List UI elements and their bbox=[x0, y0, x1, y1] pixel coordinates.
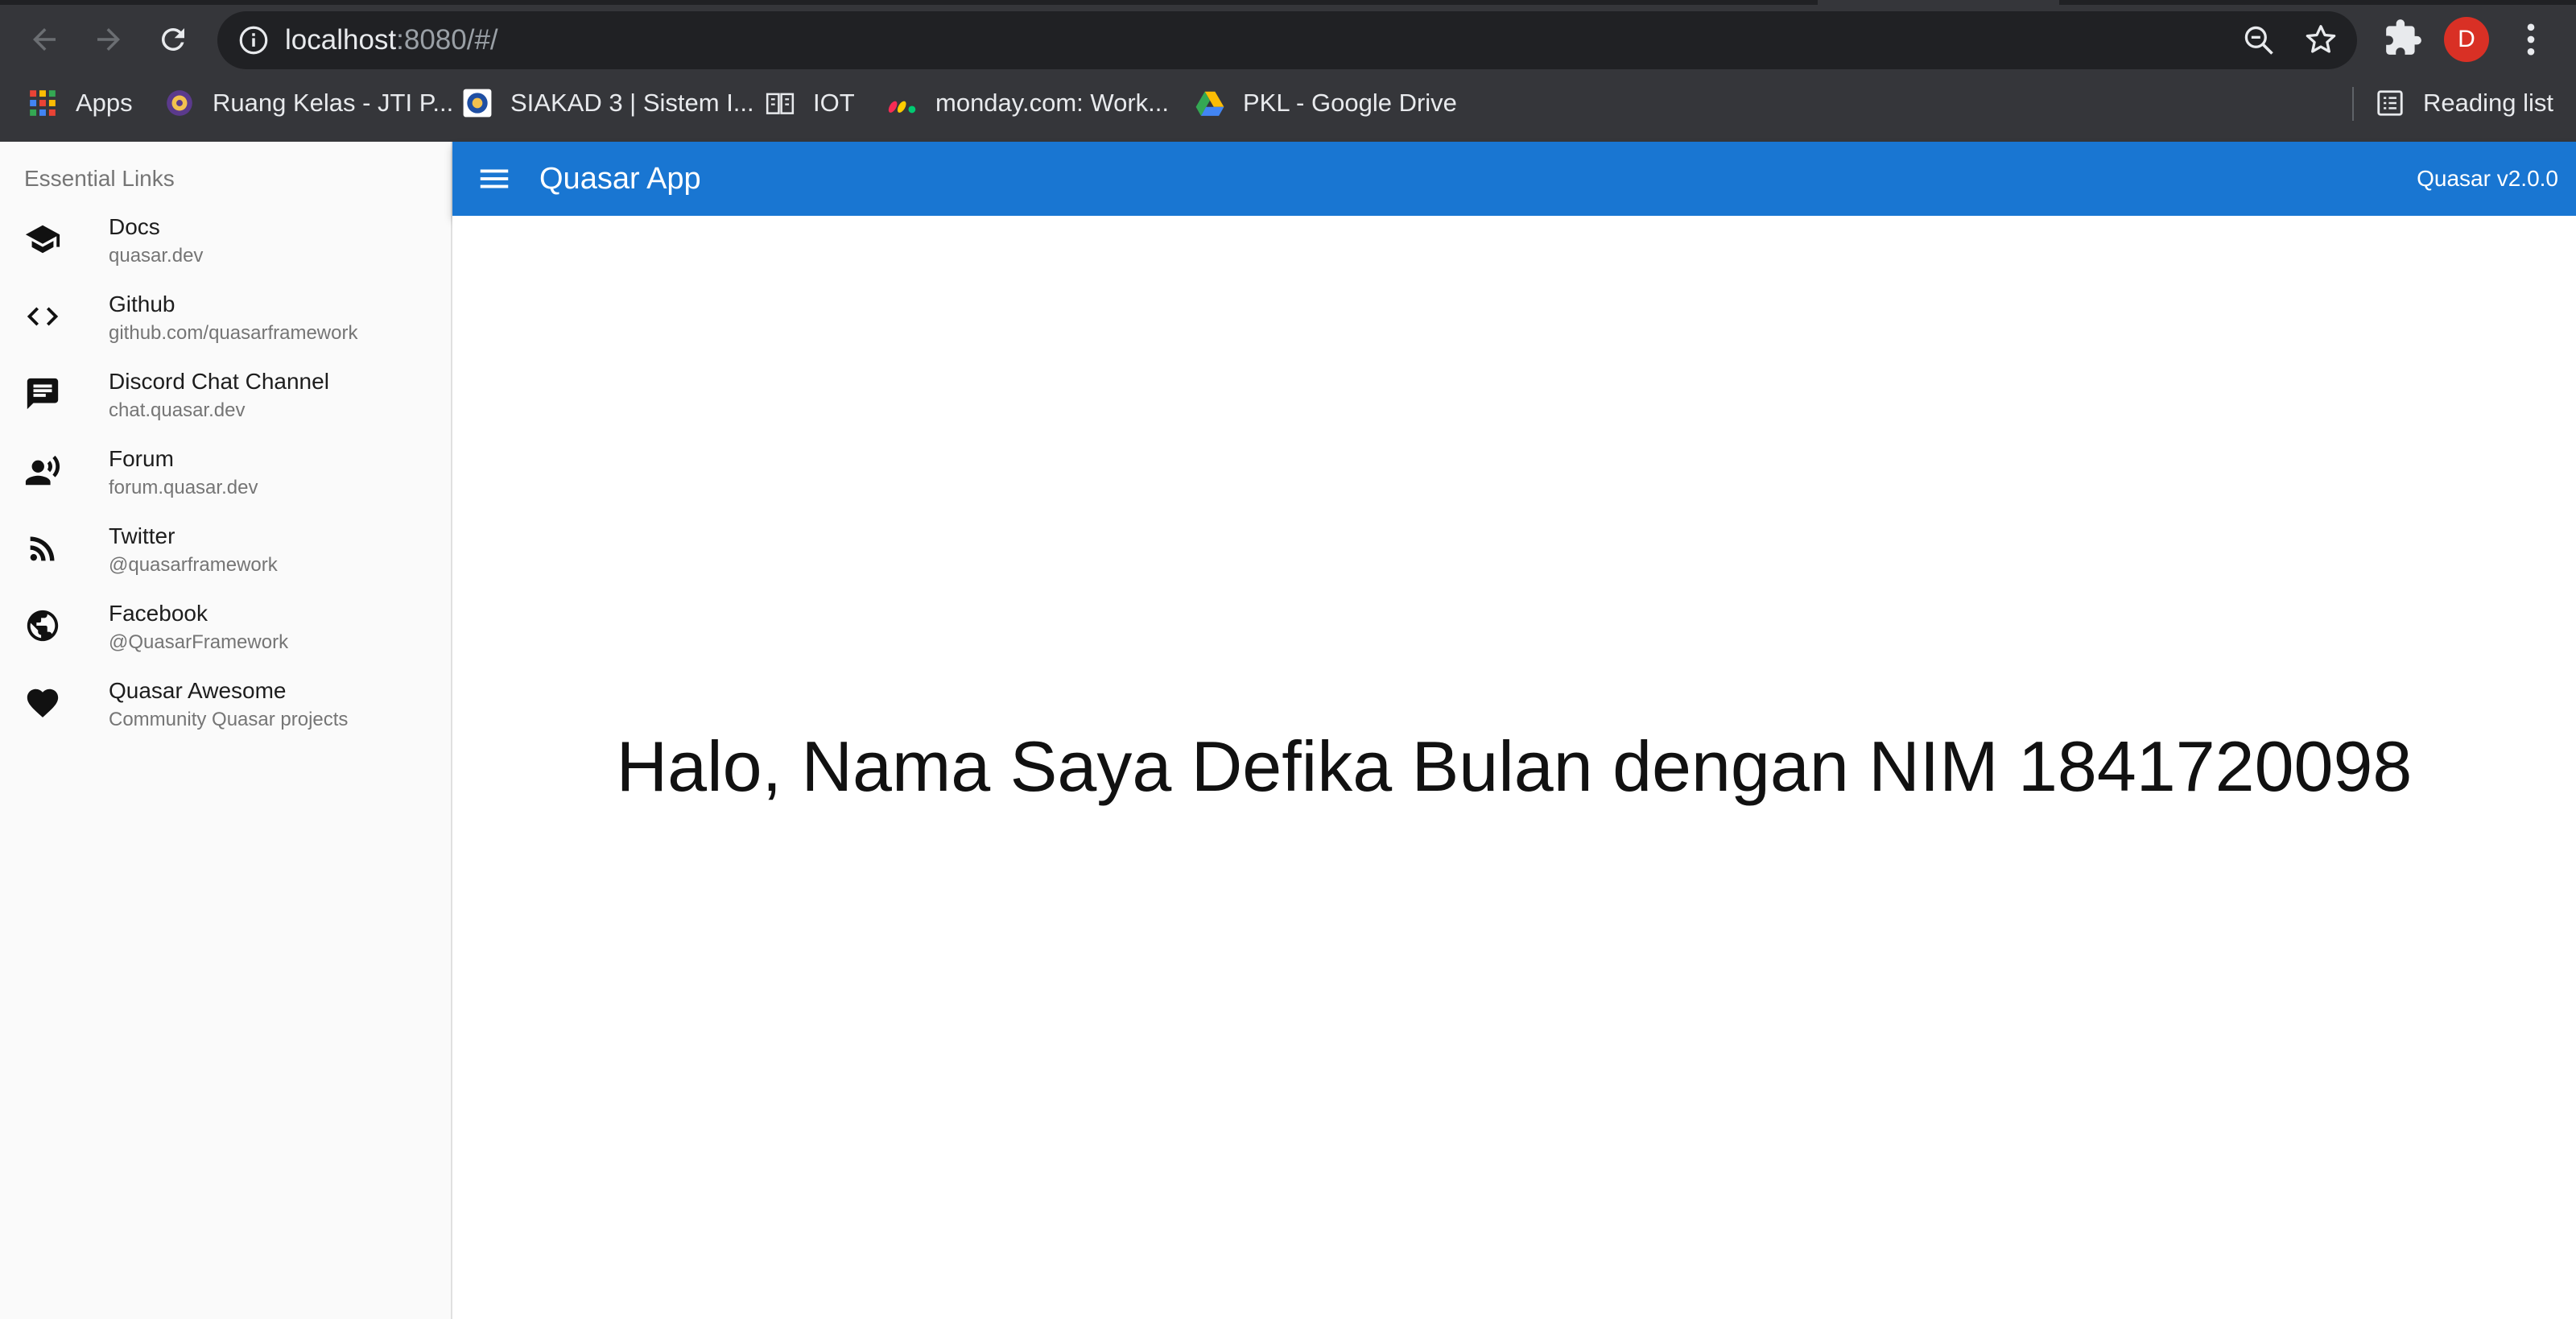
extensions-puzzle-icon[interactable] bbox=[2383, 18, 2423, 58]
url-text[interactable]: localhost:8080/#/ bbox=[285, 21, 498, 60]
monday-logo-icon bbox=[888, 101, 916, 114]
siakad-logo-icon bbox=[463, 89, 492, 118]
link-caption: chat.quasar.dev bbox=[109, 399, 246, 421]
link-caption: quasar.dev bbox=[109, 245, 204, 267]
link-caption: github.com/quasarframework bbox=[109, 322, 358, 344]
iot-book-icon bbox=[766, 93, 795, 114]
back-arrow-icon bbox=[33, 28, 56, 51]
link-caption: @quasarframework bbox=[109, 554, 278, 576]
link-title: Quasar Awesome bbox=[109, 678, 287, 703]
link-title: Twitter bbox=[109, 523, 175, 548]
link-title: Facebook bbox=[109, 601, 208, 626]
chat-icon bbox=[27, 378, 59, 410]
reading-list-label: Reading list bbox=[2423, 89, 2553, 117]
polinema-logo-icon bbox=[167, 90, 192, 116]
page-container: Halo, Nama Saya Defika Bulan dengan NIM … bbox=[452, 216, 2576, 1319]
tab-strip-edge bbox=[0, 0, 2576, 5]
record-voice-icon bbox=[25, 455, 60, 486]
active-tab-hint[interactable] bbox=[1818, 0, 2059, 5]
link-quasar-awesome[interactable]: Quasar Awesome Community Quasar projects bbox=[0, 665, 451, 742]
profile-avatar[interactable]: D bbox=[2444, 17, 2489, 62]
app-title: Quasar App bbox=[539, 162, 701, 196]
link-caption: forum.quasar.dev bbox=[109, 477, 258, 498]
link-title: Docs bbox=[109, 214, 160, 239]
reload-button[interactable] bbox=[145, 13, 201, 66]
browser-chrome: localhost:8080/#/ D Apps Ruang Kelas - J… bbox=[0, 0, 2576, 142]
bookmark-label: IOT bbox=[813, 89, 855, 117]
browser-menu-icon[interactable] bbox=[2510, 16, 2552, 63]
bookmark-star-icon[interactable] bbox=[2302, 21, 2339, 58]
school-icon bbox=[25, 225, 60, 254]
url-path: :8080/#/ bbox=[396, 24, 498, 56]
bookmark-label: SIAKAD 3 | Sistem I... bbox=[510, 89, 754, 117]
apps-grid-icon bbox=[30, 90, 56, 116]
bookmark-apps[interactable]: Apps bbox=[27, 81, 133, 126]
link-twitter[interactable]: Twitter @quasarframework bbox=[0, 511, 451, 588]
link-forum[interactable]: Forum forum.quasar.dev bbox=[0, 433, 451, 511]
drawer-header: Essential Links bbox=[24, 166, 175, 191]
bookmarks-bar: Apps Ruang Kelas - JTI P... SIAKAD 3 | S… bbox=[0, 81, 2576, 126]
link-title: Github bbox=[109, 292, 175, 316]
site-info-icon[interactable] bbox=[237, 23, 270, 57]
public-globe-icon bbox=[27, 610, 59, 642]
reload-icon bbox=[161, 27, 184, 51]
forward-arrow-icon bbox=[97, 28, 120, 51]
zoom-out-icon[interactable] bbox=[2241, 23, 2277, 58]
link-discord[interactable]: Discord Chat Channel chat.quasar.dev bbox=[0, 356, 451, 433]
link-title: Discord Chat Channel bbox=[109, 369, 329, 394]
bookmarks-divider bbox=[2352, 87, 2354, 121]
quasar-version: Quasar v2.0.0 bbox=[2417, 166, 2558, 191]
link-caption: @QuasarFramework bbox=[109, 631, 289, 653]
google-drive-icon bbox=[1195, 91, 1224, 116]
link-title: Forum bbox=[109, 446, 174, 471]
address-bar[interactable]: localhost:8080/#/ bbox=[217, 11, 2357, 69]
app-header: Quasar App Quasar v2.0.0 bbox=[452, 142, 2576, 216]
code-icon bbox=[27, 307, 59, 326]
link-facebook[interactable]: Facebook @QuasarFramework bbox=[0, 588, 451, 665]
link-github[interactable]: Github github.com/quasarframework bbox=[0, 279, 451, 356]
bookmark-label: PKL - Google Drive bbox=[1243, 89, 1457, 117]
bookmark-ruang-kelas[interactable]: Ruang Kelas - JTI P... bbox=[164, 81, 453, 126]
bookmark-pkl-drive[interactable]: PKL - Google Drive bbox=[1195, 81, 1457, 126]
bookmark-label: Ruang Kelas - JTI P... bbox=[213, 89, 454, 117]
reading-list-button[interactable]: Reading list bbox=[2375, 81, 2553, 126]
reading-list-icon bbox=[2377, 90, 2403, 116]
bookmark-siakad[interactable]: SIAKAD 3 | Sistem I... bbox=[462, 81, 754, 126]
link-caption: Community Quasar projects bbox=[109, 709, 349, 730]
favorite-heart-icon bbox=[27, 688, 59, 717]
url-host: localhost bbox=[285, 24, 397, 56]
bookmark-label: monday.com: Work... bbox=[935, 89, 1169, 117]
back-button[interactable] bbox=[16, 13, 72, 66]
bookmark-monday[interactable]: monday.com: Work... bbox=[887, 81, 1169, 126]
link-docs[interactable]: Docs quasar.dev bbox=[0, 201, 451, 279]
drawer-toggle-button[interactable] bbox=[473, 158, 515, 200]
greeting-text: Halo, Nama Saya Defika Bulan dengan NIM … bbox=[616, 726, 2413, 806]
rss-feed-icon bbox=[30, 536, 55, 561]
bookmark-iot[interactable]: IOT bbox=[765, 81, 855, 126]
hamburger-menu-icon bbox=[480, 169, 509, 188]
bookmark-label: Apps bbox=[76, 89, 133, 117]
forward-button[interactable] bbox=[80, 13, 137, 66]
left-drawer: Essential Links Docs quasar.dev Github g… bbox=[0, 142, 452, 1319]
